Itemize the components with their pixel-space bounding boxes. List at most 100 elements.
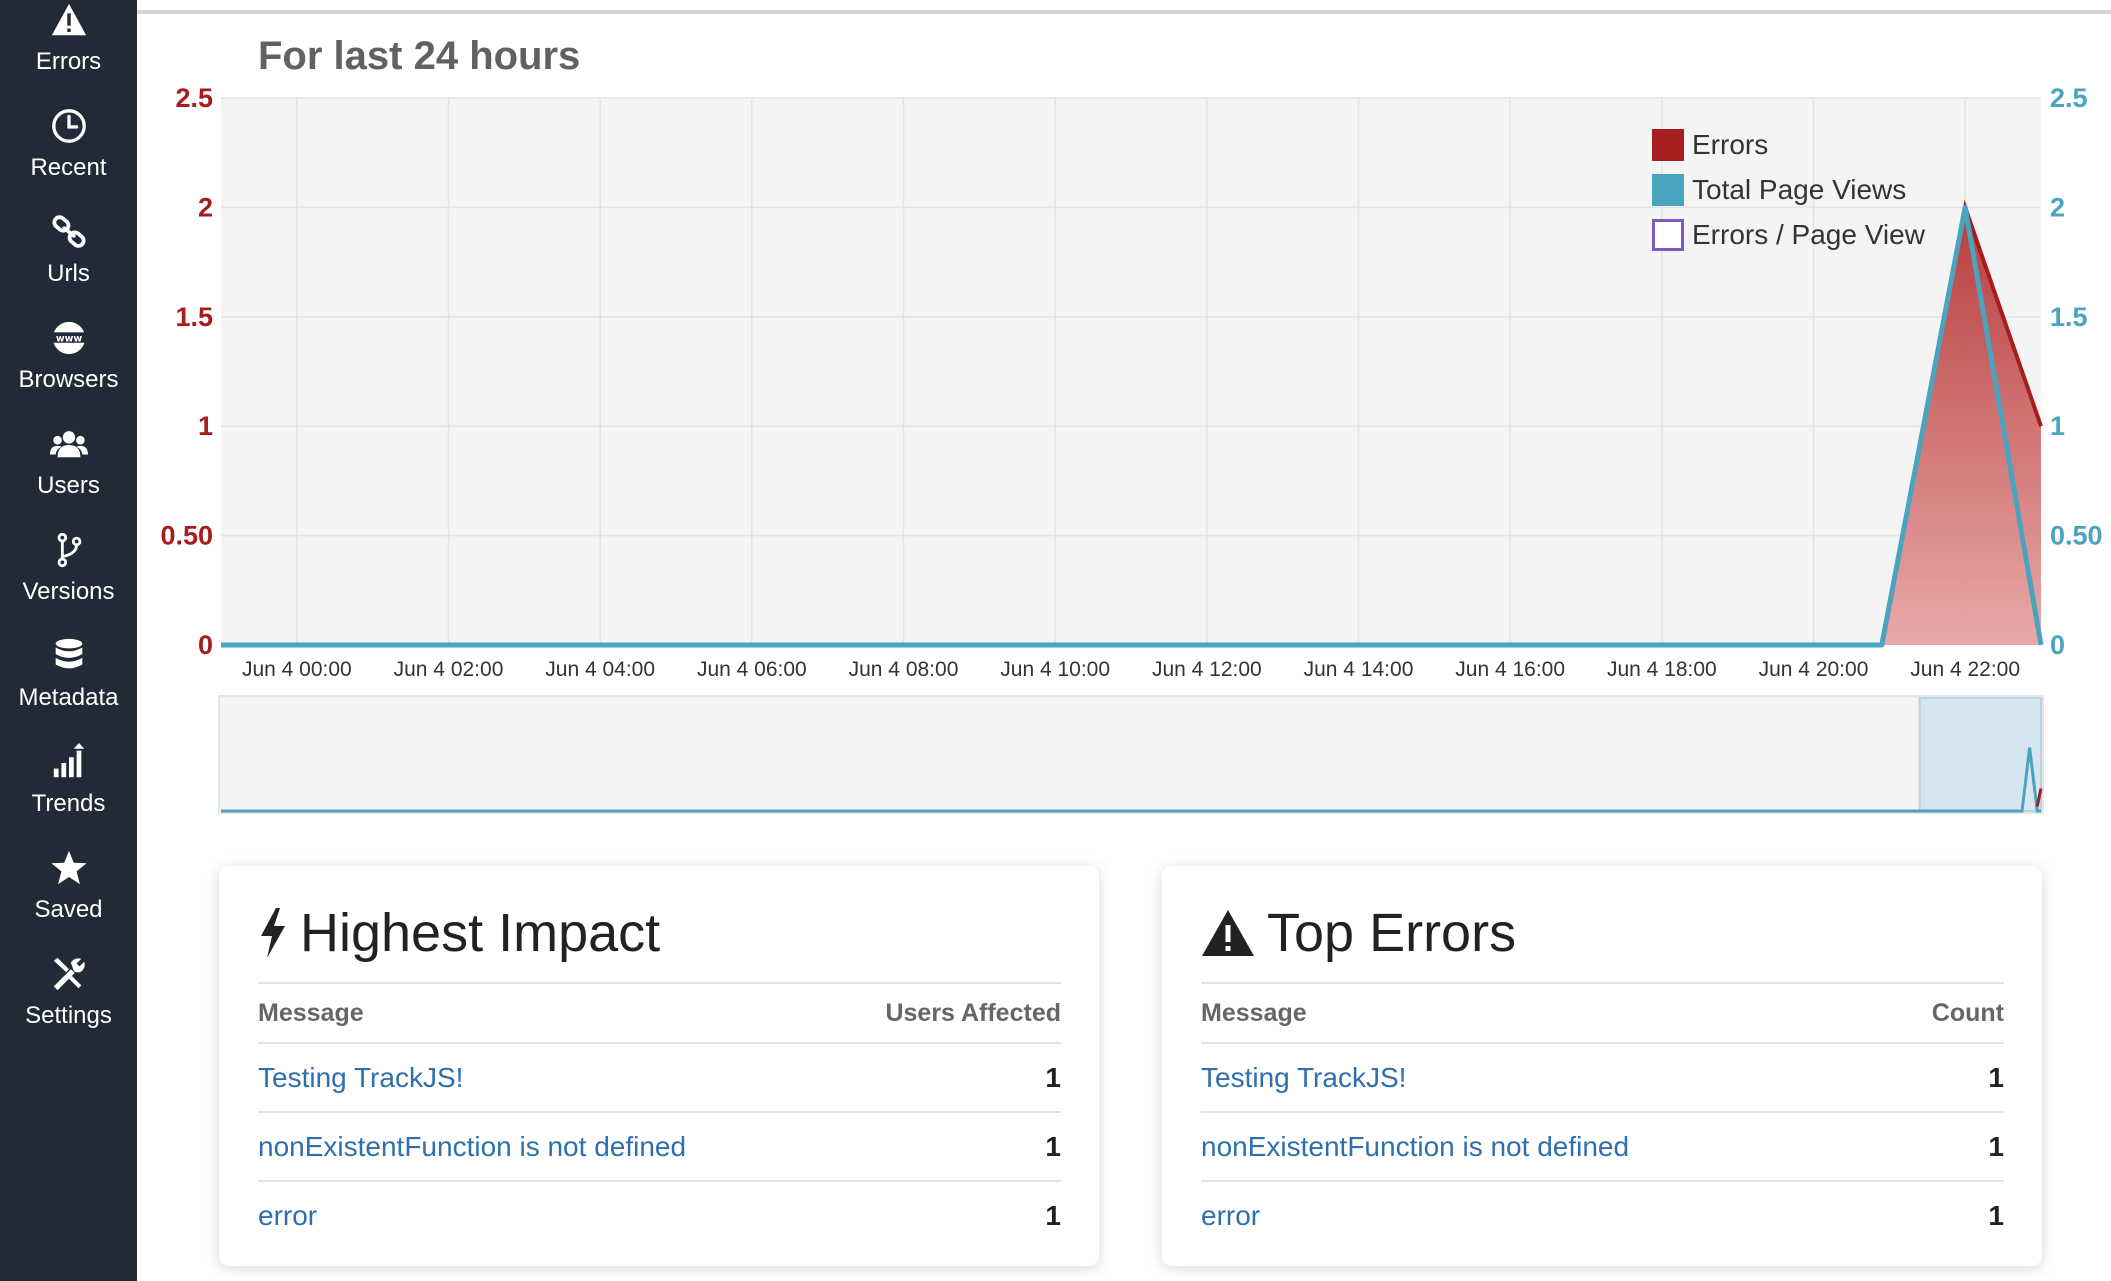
y-left-tick-label: 2 xyxy=(198,192,213,222)
y-left-tick-label: 2.5 xyxy=(175,83,213,113)
legend-swatch-page-views xyxy=(1652,173,1684,206)
x-tick-label: Jun 4 06:00 xyxy=(697,658,807,681)
column-header-users-affected: Users Affected xyxy=(885,998,1061,1027)
top-errors-table: Message Count Testing TrackJS! 1 nonExis… xyxy=(1201,982,2004,1249)
sidebar-item-label: Urls xyxy=(47,260,90,287)
sidebar-item-label: Settings xyxy=(25,1002,112,1029)
x-tick-label: Jun 4 20:00 xyxy=(1759,658,1869,681)
table-header: Message Users Affected xyxy=(258,984,1061,1044)
top-errors-panel: Top Errors Message Count Testing TrackJS… xyxy=(1162,866,2042,1266)
sidebar-item-versions[interactable]: Versions xyxy=(0,530,137,630)
tools-icon xyxy=(49,954,89,994)
x-tick-label: Jun 4 08:00 xyxy=(849,658,959,681)
x-tick-label: Jun 4 18:00 xyxy=(1607,658,1717,681)
users-icon xyxy=(49,424,89,464)
sidebar-item-saved[interactable]: Saved xyxy=(0,848,137,948)
sidebar-item-users[interactable]: Users xyxy=(0,424,137,524)
legend-label: Errors xyxy=(1692,128,1769,160)
y-right-tick-label: 0 xyxy=(2050,630,2065,660)
error-message-link[interactable]: Testing TrackJS! xyxy=(258,1062,463,1094)
sidebar-item-metadata[interactable]: Metadata xyxy=(0,636,137,736)
sidebar-item-label: Versions xyxy=(22,578,115,605)
legend-label: Errors / Page View xyxy=(1692,218,1925,250)
legend-swatch-errors xyxy=(1652,128,1684,161)
x-tick-label: Jun 4 00:00 xyxy=(242,658,352,681)
chart-navigator[interactable] xyxy=(137,690,2111,815)
y-left-tick-label: 0.50 xyxy=(160,521,213,551)
error-message-link[interactable]: nonExistentFunction is not defined xyxy=(258,1131,686,1163)
y-right-tick-label: 2 xyxy=(2050,192,2065,222)
y-right-tick-label: 1 xyxy=(2050,411,2065,441)
sidebar-item-browsers[interactable]: www Browsers xyxy=(0,318,137,418)
table-row: error 1 xyxy=(1201,1182,2004,1249)
sidebar-item-recent[interactable]: Recent xyxy=(0,106,137,206)
globe-www-icon: www xyxy=(49,318,89,358)
sidebar-item-label: Errors xyxy=(35,48,102,75)
legend-entry-errors-per-view[interactable]: Errors / Page View xyxy=(1652,212,1925,257)
clock-icon xyxy=(49,106,89,146)
star-icon xyxy=(49,848,89,888)
x-tick-label: Jun 4 14:00 xyxy=(1304,658,1414,681)
sidebar-item-trends[interactable]: Trends xyxy=(0,742,137,842)
sidebar-item-label: Saved xyxy=(34,896,103,923)
panel-title-text: Top Errors xyxy=(1267,903,1517,963)
row-value: 1 xyxy=(1988,1130,2004,1162)
y-right-tick-label: 0.50 xyxy=(2050,521,2103,551)
legend-swatch-errors-per-view xyxy=(1652,218,1684,251)
table-header: Message Count xyxy=(1201,984,2004,1044)
panel-title: Highest Impact xyxy=(258,902,660,964)
legend-entry-errors[interactable]: Errors xyxy=(1652,122,1925,167)
sidebar-item-label: Trends xyxy=(31,790,106,817)
y-left-tick-label: 1 xyxy=(198,411,213,441)
highest-impact-table: Message Users Affected Testing TrackJS! … xyxy=(258,982,1061,1249)
highest-impact-panel: Highest Impact Message Users Affected Te… xyxy=(219,866,1099,1266)
table-row: error 1 xyxy=(258,1182,1061,1249)
y-left-tick-label: 1.5 xyxy=(175,302,213,332)
x-tick-label: Jun 4 22:00 xyxy=(1910,658,2020,681)
error-message-link[interactable]: error xyxy=(1201,1200,1260,1232)
x-tick-label: Jun 4 04:00 xyxy=(545,658,655,681)
sidebar-item-settings[interactable]: Settings xyxy=(0,954,137,1054)
bar-trend-icon xyxy=(49,742,89,782)
error-message-link[interactable]: error xyxy=(258,1200,317,1232)
y-right-tick-label: 2.5 xyxy=(2050,83,2088,113)
table-row: nonExistentFunction is not defined 1 xyxy=(1201,1113,2004,1182)
row-value: 1 xyxy=(1045,1061,1061,1093)
sidebar-item-urls[interactable]: Urls xyxy=(0,212,137,312)
chart-legend: Errors Total Page Views Errors / Page Vi… xyxy=(1652,122,1925,257)
x-tick-label: Jun 4 16:00 xyxy=(1455,658,1565,681)
row-value: 1 xyxy=(1988,1061,2004,1093)
link-icon xyxy=(49,212,89,252)
error-message-link[interactable]: nonExistentFunction is not defined xyxy=(1201,1131,1629,1163)
sidebar-item-errors[interactable]: Errors xyxy=(0,0,137,100)
x-tick-label: Jun 4 12:00 xyxy=(1152,658,1262,681)
row-value: 1 xyxy=(1045,1199,1061,1231)
top-divider xyxy=(137,10,2111,14)
table-row: Testing TrackJS! 1 xyxy=(258,1044,1061,1113)
svg-text:www: www xyxy=(55,333,82,344)
database-icon xyxy=(49,636,89,676)
code-branch-icon xyxy=(49,530,89,570)
sidebar: Errors Recent Urls www Browsers Users Ve… xyxy=(0,0,137,1281)
y-right-tick-label: 1.5 xyxy=(2050,302,2088,332)
panel-title: Top Errors xyxy=(1201,902,1516,964)
error-message-link[interactable]: Testing TrackJS! xyxy=(1201,1062,1406,1094)
lightning-bolt-icon xyxy=(258,908,288,958)
sidebar-item-label: Recent xyxy=(30,154,107,181)
legend-label: Total Page Views xyxy=(1692,173,1907,205)
legend-entry-page-views[interactable]: Total Page Views xyxy=(1652,167,1925,212)
sidebar-item-label: Users xyxy=(37,472,100,499)
table-row: Testing TrackJS! 1 xyxy=(1201,1044,2004,1113)
table-row: nonExistentFunction is not defined 1 xyxy=(258,1113,1061,1182)
warning-triangle-icon xyxy=(1201,909,1255,957)
sidebar-item-label: Metadata xyxy=(18,684,119,711)
row-value: 1 xyxy=(1988,1199,2004,1231)
warning-triangle-icon xyxy=(49,0,89,40)
sidebar-item-label: Browsers xyxy=(18,366,119,393)
page-title: For last 24 hours xyxy=(258,34,581,78)
x-tick-label: Jun 4 02:00 xyxy=(394,658,504,681)
column-header-message: Message xyxy=(258,998,364,1027)
x-tick-label: Jun 4 10:00 xyxy=(1000,658,1110,681)
panel-title-text: Highest Impact xyxy=(300,903,661,963)
row-value: 1 xyxy=(1045,1130,1061,1162)
